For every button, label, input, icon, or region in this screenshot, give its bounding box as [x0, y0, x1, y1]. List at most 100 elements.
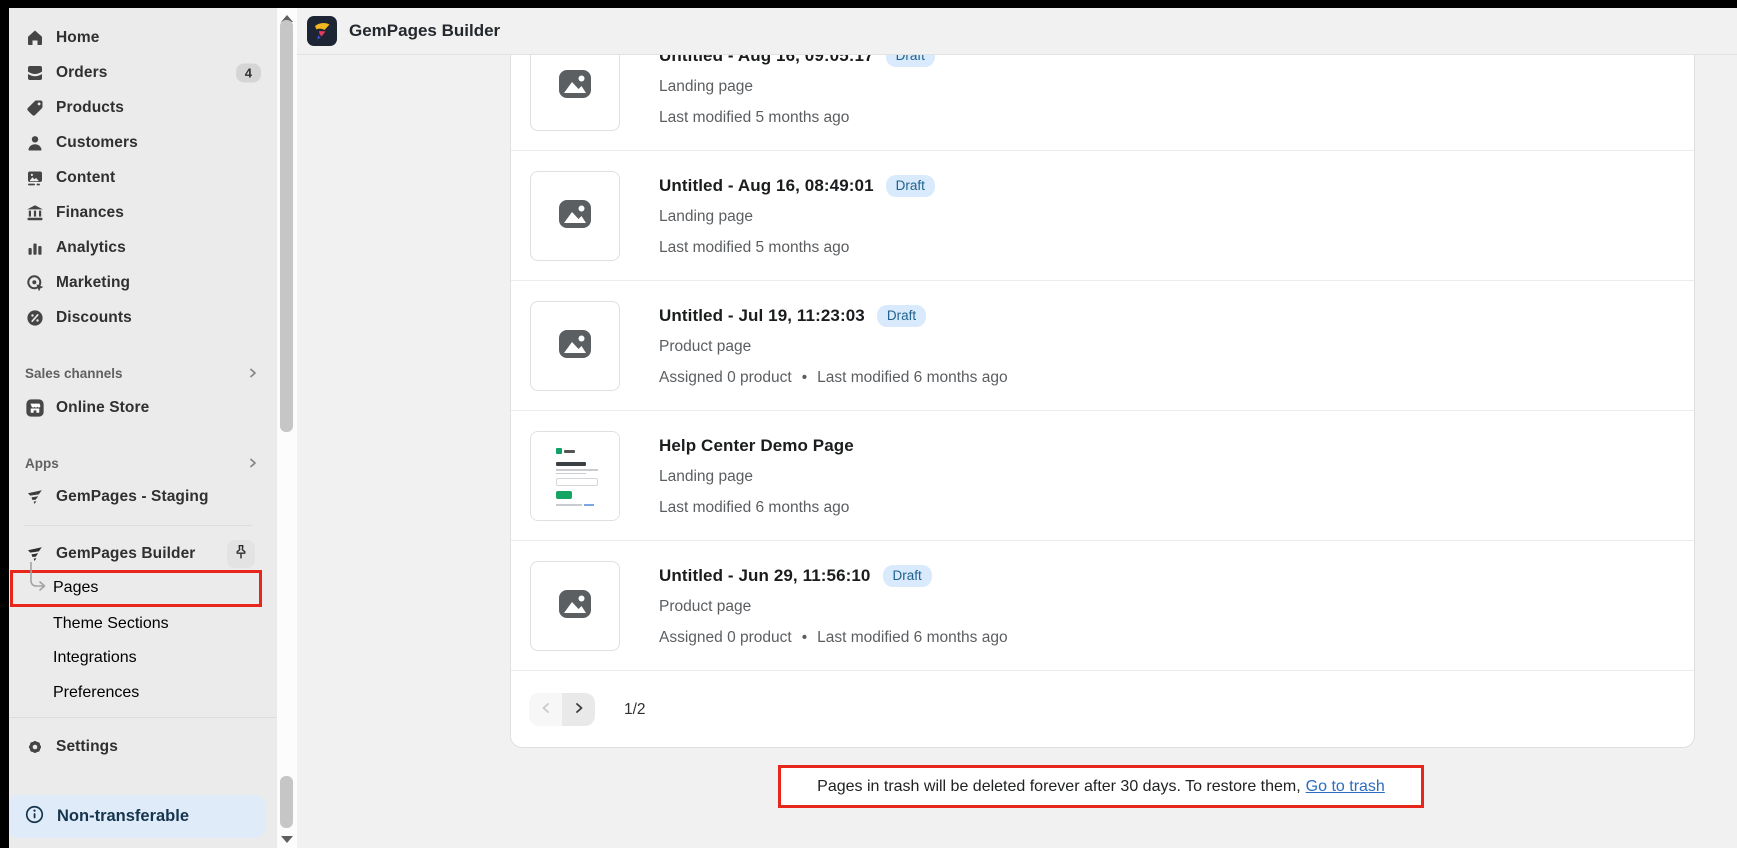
page-assigned: Assigned 0 product — [659, 629, 792, 647]
sidebar-item-products[interactable]: Products — [0, 91, 277, 125]
sidebar-item-label: Home — [56, 29, 99, 47]
person-icon — [25, 133, 45, 153]
page-type: Landing page — [659, 76, 935, 98]
orders-icon — [25, 63, 45, 83]
page-type: Landing page — [659, 206, 935, 228]
page-row-text: Untitled - Aug 16, 09:05:17 Draft Landin… — [659, 45, 935, 129]
sidebar-item-orders[interactable]: Orders 4 — [0, 56, 277, 90]
page-row[interactable]: Untitled - Jun 29, 11:56:10 Draft Produc… — [511, 541, 1694, 671]
page-thumbnail — [530, 561, 620, 651]
page-modified: Last modified 6 months ago — [659, 497, 854, 519]
target-cursor-icon — [25, 273, 45, 293]
page-row-text: Untitled - Jul 19, 11:23:03 Draft Produc… — [659, 305, 1008, 389]
sidebar-item-label: Integrations — [53, 649, 137, 667]
sidebar-item-label: Orders — [56, 64, 107, 82]
sidebar-item-analytics[interactable]: Analytics — [0, 231, 277, 265]
sidebar-item-label: Settings — [56, 738, 118, 756]
sidebar-item-customers[interactable]: Customers — [0, 126, 277, 160]
dot-separator: • — [802, 369, 807, 387]
pagination: 1/2 — [511, 671, 1694, 748]
storefront-icon — [25, 398, 45, 418]
page-row[interactable]: Help Center Demo Page Landing page Last … — [511, 411, 1694, 541]
page-thumbnail — [530, 431, 620, 521]
image-placeholder-icon — [557, 68, 593, 105]
page-thumbnail — [530, 301, 620, 391]
gear-icon — [25, 737, 45, 757]
sidebar-item-label: Theme Sections — [53, 615, 169, 633]
page-title-text: Help Center Demo Page — [659, 436, 854, 456]
scrollbar-thumb[interactable] — [280, 20, 293, 432]
go-to-trash-link[interactable]: Go to trash — [1306, 778, 1385, 796]
sidebar-item-marketing[interactable]: Marketing — [0, 266, 277, 300]
sidebar-item-settings[interactable]: Settings — [0, 730, 277, 764]
sidebar-item-label: Analytics — [56, 239, 126, 257]
sidebar-scrollbar[interactable] — [277, 8, 297, 848]
media-icon — [25, 168, 45, 188]
previous-page-button[interactable] — [529, 693, 562, 726]
page-type: Product page — [659, 336, 1008, 358]
dot-separator: • — [802, 629, 807, 647]
gempages-flag-icon — [25, 487, 45, 507]
pagination-buttons — [529, 693, 595, 726]
page-thumbnail — [530, 171, 620, 261]
apps-header[interactable]: Apps — [0, 446, 277, 480]
sidebar-item-home[interactable]: Home — [0, 21, 277, 55]
image-placeholder-icon — [557, 198, 593, 235]
chevron-right-icon — [572, 701, 586, 718]
page-title-text: Untitled - Aug 16, 08:49:01 — [659, 176, 874, 196]
sidebar-item-label: Customers — [56, 134, 138, 152]
scroll-down-arrow-icon[interactable] — [281, 836, 293, 843]
trash-notice: Pages in trash will be deleted forever a… — [778, 765, 1424, 808]
sidebar-item-label: Marketing — [56, 274, 130, 292]
chevron-right-icon — [247, 457, 259, 469]
window-left-edge — [0, 0, 9, 848]
trash-notice-text: Pages in trash will be deleted forever a… — [817, 778, 1301, 796]
page-title-text: Untitled - Jul 19, 11:23:03 — [659, 306, 865, 326]
sidebar-item-preferences[interactable]: Preferences — [0, 676, 277, 710]
sales-channels-header[interactable]: Sales channels — [0, 356, 277, 390]
page-row[interactable]: Untitled - Aug 16, 08:49:01 Draft Landin… — [511, 151, 1694, 281]
bar-chart-icon — [25, 238, 45, 258]
gempages-logo-icon — [307, 16, 337, 46]
page-row-text: Untitled - Aug 16, 08:49:01 Draft Landin… — [659, 175, 935, 259]
non-transferable-badge: Non-transferable — [8, 795, 265, 838]
page-row-text: Help Center Demo Page Landing page Last … — [659, 435, 854, 519]
page-title: GemPages Builder — [349, 21, 500, 41]
sidebar-divider — [24, 525, 252, 526]
page-row[interactable]: Untitled - Jul 19, 11:23:03 Draft Produc… — [511, 281, 1694, 411]
sidebar-item-finances[interactable]: Finances — [0, 196, 277, 230]
tag-icon — [25, 98, 45, 118]
page-type: Landing page — [659, 466, 854, 488]
sidebar-item-label: Pages — [53, 579, 98, 597]
page-type: Product page — [659, 596, 1008, 618]
sidebar-item-online-store[interactable]: Online Store — [0, 391, 277, 425]
image-placeholder-icon — [557, 328, 593, 365]
sidebar: Home Orders 4 Products Customers C — [0, 0, 277, 848]
sidebar-item-label: Content — [56, 169, 115, 187]
sidebar-item-label: Products — [56, 99, 124, 117]
pin-icon — [232, 543, 250, 566]
sidebar-divider — [0, 717, 277, 718]
sidebar-item-theme-sections[interactable]: Theme Sections — [0, 607, 277, 641]
orders-count-badge: 4 — [236, 64, 261, 83]
next-page-button[interactable] — [562, 693, 595, 726]
home-icon — [25, 28, 45, 48]
discount-badge-icon — [25, 308, 45, 328]
sidebar-item-label: GemPages - Staging — [56, 488, 209, 506]
sidebar-item-label: Finances — [56, 204, 124, 222]
page-modified: Last modified 5 months ago — [659, 237, 935, 259]
status-badge: Draft — [886, 175, 935, 197]
sidebar-item-content[interactable]: Content — [0, 161, 277, 195]
sidebar-item-label: Discounts — [56, 309, 132, 327]
sidebar-item-discounts[interactable]: Discounts — [0, 301, 277, 335]
sidebar-item-gempages-staging[interactable]: GemPages - Staging — [0, 480, 277, 514]
scrollbar-thumb[interactable] — [280, 776, 293, 828]
status-badge: Draft — [883, 565, 932, 587]
page-indicator: 1/2 — [624, 701, 646, 719]
sidebar-item-integrations[interactable]: Integrations — [0, 641, 277, 675]
page-modified: Last modified 5 months ago — [659, 107, 935, 129]
sidebar-item-label: GemPages Builder — [56, 545, 195, 563]
pin-button[interactable] — [227, 540, 255, 568]
chevron-right-icon — [247, 367, 259, 379]
sidebar-item-label: Online Store — [56, 399, 149, 417]
